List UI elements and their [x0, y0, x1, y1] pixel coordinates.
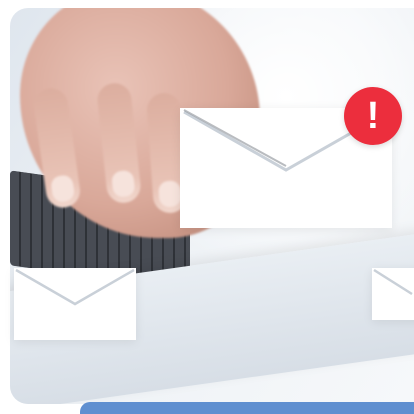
- fingernail: [50, 174, 76, 204]
- envelope-icon: [372, 268, 414, 320]
- alert-icon: !: [344, 87, 402, 145]
- finger: [95, 81, 143, 205]
- bottom-accent-bar: [80, 402, 414, 414]
- envelope-flap: [15, 268, 135, 306]
- fingernail: [110, 169, 136, 198]
- envelope-flap: [373, 268, 413, 296]
- fingernail: [157, 180, 182, 208]
- envelope-icon: [14, 268, 136, 340]
- image-frame: !: [0, 0, 414, 414]
